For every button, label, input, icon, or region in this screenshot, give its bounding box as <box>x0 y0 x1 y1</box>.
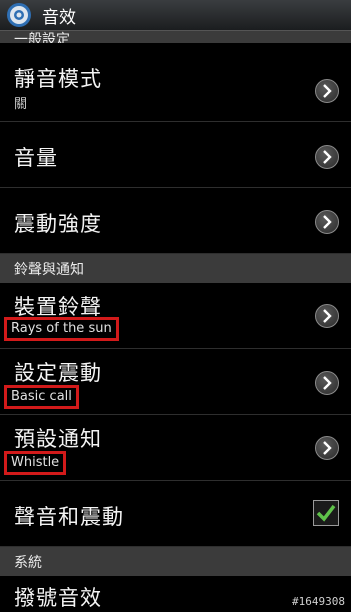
setting-row-sound-and-vibrate[interactable]: 聲音和震動 <box>0 481 351 547</box>
setting-value: 關 <box>14 97 28 112</box>
setting-label: 音量 <box>14 146 58 170</box>
setting-label: 設定震動 <box>14 361 102 385</box>
setting-row-device-ringtone[interactable]: 裝置鈴聲 Rays of the sun <box>0 283 351 349</box>
setting-value-highlighted: Basic call <box>4 385 79 409</box>
setting-value-highlighted: Rays of the sun <box>4 317 119 341</box>
chevron-right-icon[interactable] <box>315 79 339 103</box>
chevron-right-icon[interactable] <box>315 436 339 460</box>
section-header-label: 一般設定 <box>14 32 70 43</box>
chevron-right-icon[interactable] <box>315 145 339 169</box>
setting-row-silent-mode[interactable]: 靜音模式 關 <box>0 43 351 122</box>
setting-row-vibration[interactable]: 設定震動 Basic call <box>0 349 351 415</box>
setting-label: 預設通知 <box>14 427 102 451</box>
checkmark-icon <box>316 504 336 522</box>
watermark: #1649308 <box>292 595 345 608</box>
setting-label: 震動強度 <box>14 212 102 236</box>
chevron-right-icon[interactable] <box>315 304 339 328</box>
section-header-ringtones: 鈴聲與通知 <box>0 254 351 283</box>
sound-and-vibrate-checkbox[interactable] <box>313 500 339 526</box>
gear-icon <box>7 3 31 27</box>
setting-label: 聲音和震動 <box>14 505 124 529</box>
title-bar: 音效 <box>0 0 351 31</box>
page-title: 音效 <box>42 7 76 28</box>
setting-value-highlighted: Whistle <box>4 451 67 475</box>
section-header-general: 一般設定 <box>0 31 351 43</box>
section-header-system: 系統 <box>0 547 351 576</box>
setting-label: 撥號音效 <box>14 586 102 610</box>
setting-row-volume[interactable]: 音量 <box>0 122 351 188</box>
section-header-label: 系統 <box>14 554 42 571</box>
chevron-right-icon[interactable] <box>315 371 339 395</box>
section-header-label: 鈴聲與通知 <box>14 261 84 278</box>
setting-label: 靜音模式 <box>14 67 102 91</box>
chevron-right-icon[interactable] <box>315 210 339 234</box>
setting-row-default-notification[interactable]: 預設通知 Whistle <box>0 415 351 481</box>
setting-row-vibration-intensity[interactable]: 震動強度 <box>0 188 351 254</box>
